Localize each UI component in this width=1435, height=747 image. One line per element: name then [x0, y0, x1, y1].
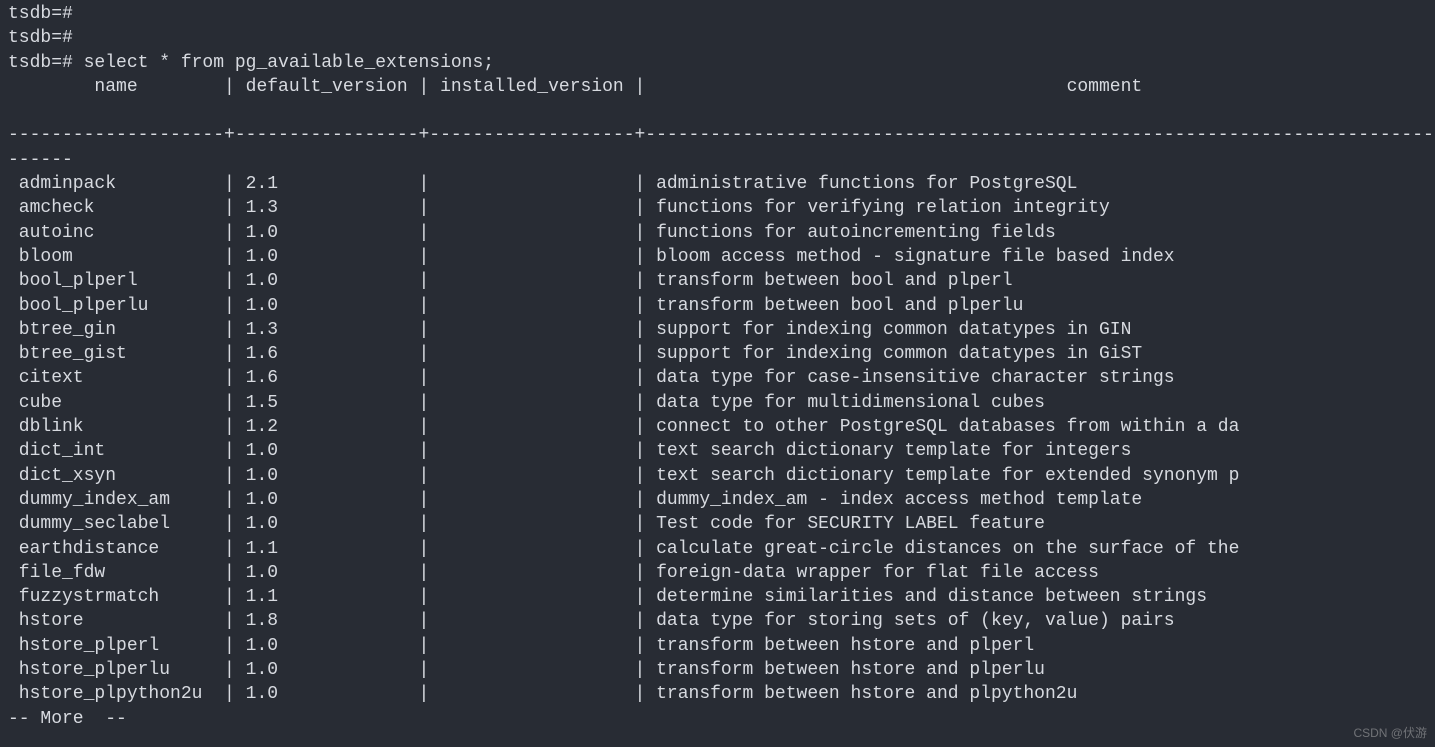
terminal-output: tsdb=# tsdb=# tsdb=# select * from pg_av… [8, 2, 1427, 731]
watermark-text: CSDN @伏游 [1353, 725, 1427, 741]
